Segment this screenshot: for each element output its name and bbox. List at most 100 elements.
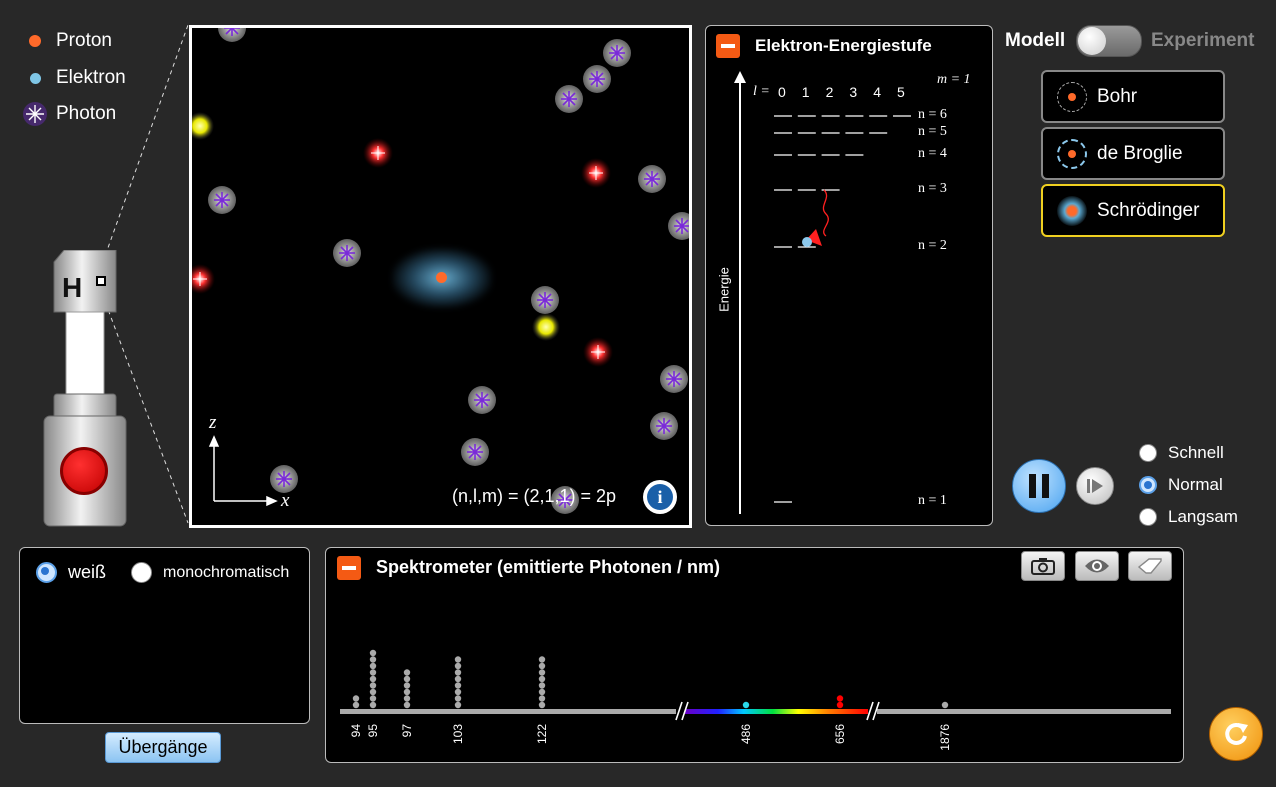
- model-schroedinger-button[interactable]: Schrödinger: [1041, 184, 1225, 237]
- n-level-label: n = 5: [918, 124, 947, 139]
- state-readout: (n,l,m) = (2,1,1) = 2p: [452, 486, 617, 506]
- light-white-label: weiß: [68, 562, 107, 582]
- photon-count-dot: [454, 675, 462, 683]
- energy-diagram: [734, 71, 911, 514]
- snapshot-button[interactable]: [1021, 551, 1065, 581]
- model-bohr-button[interactable]: Bohr: [1041, 70, 1225, 123]
- speed-slow[interactable]: Langsam: [1139, 507, 1238, 527]
- eraser-icon: [1137, 558, 1162, 574]
- speed-normal[interactable]: Normal: [1139, 475, 1223, 495]
- photon-count-dot: [941, 701, 949, 709]
- photon-count-dot: [352, 701, 360, 709]
- transitions-button[interactable]: Übergänge: [105, 732, 221, 763]
- n-level-label: n = 3: [918, 181, 947, 196]
- photon-count-dot: [403, 669, 411, 676]
- reset-icon: [1225, 722, 1248, 745]
- wavelength-tick-label: 486: [739, 724, 753, 744]
- mode-toggle-switch[interactable]: [1076, 25, 1142, 57]
- step-icon: [1087, 479, 1103, 493]
- l-value: 0: [778, 84, 786, 100]
- info-icon: i: [647, 484, 673, 510]
- pause-icon: [1029, 474, 1049, 498]
- photon-count-dot: [403, 688, 411, 696]
- m-label: m = 1: [937, 72, 971, 87]
- photon-count-dot: [454, 695, 462, 702]
- photon-count-dot: [538, 688, 546, 696]
- l-label: l =: [753, 84, 770, 99]
- pause-button[interactable]: [1012, 459, 1066, 513]
- photon-field: [192, 28, 689, 515]
- view-snapshots-button[interactable]: [1075, 551, 1119, 581]
- speed-fast[interactable]: Schnell: [1139, 443, 1224, 463]
- photon-count-dot: [742, 701, 750, 709]
- l-value: 3: [849, 84, 858, 100]
- schroedinger-icon: [1057, 195, 1087, 226]
- light-white-option[interactable]: weiß: [36, 562, 106, 583]
- model-debroglie-button[interactable]: de Broglie: [1041, 127, 1225, 180]
- speed-slow-label: Langsam: [1168, 507, 1238, 526]
- photon-count-dot: [538, 669, 546, 676]
- n-level-label: n = 1: [918, 493, 947, 508]
- eye-icon: [1085, 559, 1109, 573]
- wavelength-tick-label: 95: [366, 724, 380, 738]
- photon-count-dot: [369, 649, 377, 657]
- erase-button[interactable]: [1128, 551, 1172, 581]
- photon-count-dot: [352, 695, 360, 702]
- photon-count-dot: [454, 682, 462, 689]
- model-bohr-label: Bohr: [1097, 85, 1138, 107]
- speed-slow-radio[interactable]: [1139, 508, 1157, 526]
- reset-button[interactable]: [1209, 707, 1263, 761]
- photon-count-dot: [454, 662, 462, 670]
- l-value: 4: [873, 84, 881, 100]
- photon-count-dot: [403, 682, 411, 689]
- l-value: 2: [825, 84, 834, 100]
- speed-fast-label: Schnell: [1168, 443, 1224, 462]
- photon-count-dot: [454, 656, 462, 663]
- photon-count-dot: [369, 662, 377, 670]
- photon-count-dot: [403, 675, 411, 683]
- axis-x-label: x: [281, 490, 290, 511]
- photon-count-dot: [403, 695, 411, 702]
- light-mono-radio[interactable]: [131, 562, 152, 583]
- n-level-label: n = 2: [918, 238, 947, 253]
- wavelength-tick-label: 122: [535, 724, 549, 744]
- photon-count-dot: [538, 675, 546, 683]
- light-white-radio[interactable]: [36, 562, 57, 583]
- debroglie-icon: [1057, 138, 1087, 169]
- photon-count-dot: [369, 701, 377, 709]
- photon-count-dot: [454, 669, 462, 676]
- photon-count-dot: [369, 695, 377, 702]
- light-type-panel: weiß monochromatisch: [19, 547, 310, 724]
- model-debroglie-label: de Broglie: [1097, 142, 1183, 164]
- speed-normal-radio[interactable]: [1139, 476, 1157, 494]
- energy-axis-label: Energie: [716, 267, 732, 312]
- bohr-icon: [1057, 81, 1087, 112]
- photon-count-dot: [538, 695, 546, 702]
- mode-label-experiment: Experiment: [1151, 30, 1255, 51]
- wavelength-tick-label: 656: [833, 724, 847, 744]
- wavelength-tick-label: 103: [451, 724, 465, 744]
- step-button[interactable]: [1076, 467, 1114, 505]
- model-schroedinger-label: Schrödinger: [1097, 199, 1200, 221]
- photon-count-dot: [836, 695, 844, 702]
- gun-label: H: [62, 272, 83, 303]
- photon-count-dot: [369, 688, 377, 696]
- light-mono-label: monochromatisch: [163, 563, 290, 581]
- photon-count-dot: [369, 675, 377, 683]
- mode-label-model: Modell: [1005, 30, 1066, 51]
- photon-count-dot: [454, 688, 462, 696]
- speed-fast-radio[interactable]: [1139, 444, 1157, 462]
- wavelength-tick-label: 1876: [938, 724, 952, 751]
- light-mono-option[interactable]: monochromatisch: [131, 562, 289, 583]
- photon-count-dot: [369, 682, 377, 689]
- n-level-label: n = 6: [918, 107, 947, 122]
- info-button[interactable]: i: [643, 480, 677, 514]
- fire-button[interactable]: [60, 447, 108, 495]
- photon-count-dot: [538, 701, 546, 709]
- energy-level-panel: Elektron-Energiestufe l = 012345 m = 1 n…: [705, 25, 993, 526]
- photon-count-dot: [538, 656, 546, 663]
- l-value: 5: [897, 84, 905, 100]
- atom-view: z x (n,l,m) = (2,1,1) = 2p i: [189, 25, 692, 528]
- photon-count-dot: [538, 682, 546, 689]
- wavelength-tick-label: 94: [349, 724, 363, 738]
